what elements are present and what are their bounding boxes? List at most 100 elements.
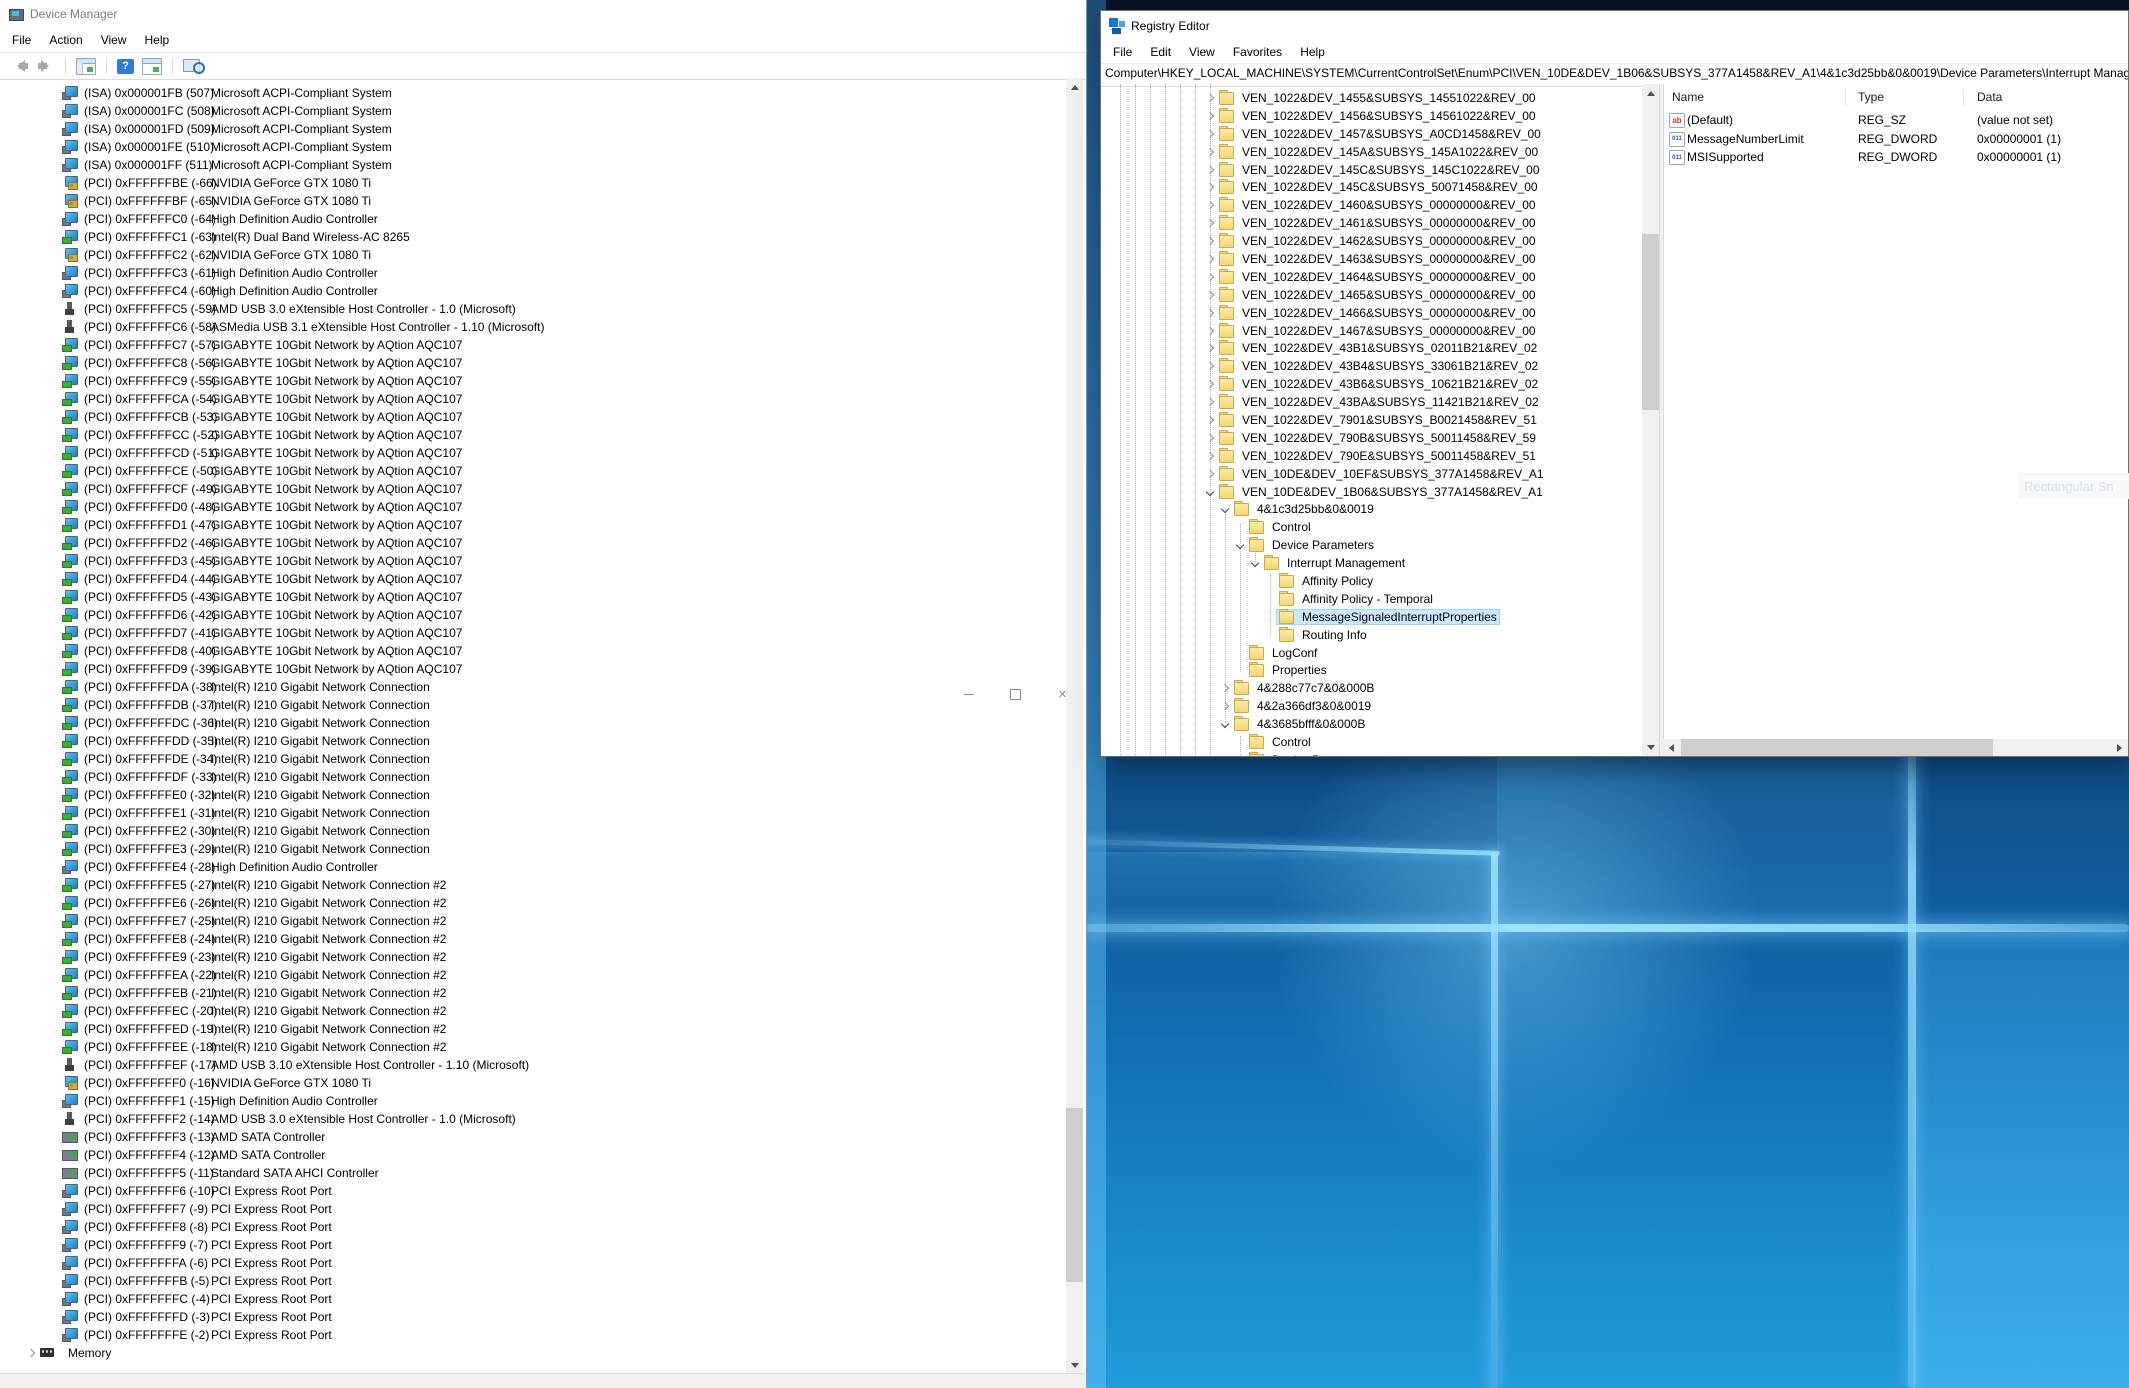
device-row[interactable]: (PCI) 0xFFFFFFEE (-18) Intel(R) I210 Giga… — [0, 1038, 1066, 1056]
chevron-down-icon[interactable] — [1235, 540, 1245, 550]
registry-key-row[interactable]: VEN_1022&DEV_1460&SUBSYS_00000000&REV_00 — [1101, 196, 1642, 214]
device-row[interactable]: (PCI) 0xFFFFFFFE (-2) PCI Express Root Po… — [0, 1326, 1066, 1344]
device-manager-titlebar[interactable]: Device Manager × — [0, 0, 1086, 702]
chevron-right-icon[interactable] — [1205, 272, 1215, 282]
registry-key-row[interactable]: 4&288c77c7&0&000B — [1101, 679, 1642, 697]
device-row[interactable]: (PCI) 0xFFFFFFD7 (-41) GIGABYTE 10Gbit Ne… — [0, 624, 1066, 642]
device-row[interactable]: (ISA) 0x000001FE (510) Microsoft ACPI-Com… — [0, 138, 1066, 156]
registry-key-row[interactable]: Control — [1101, 518, 1642, 536]
registry-key-row[interactable]: Affinity Policy — [1101, 572, 1642, 590]
device-row[interactable]: (PCI) 0xFFFFFFF1 (-15) High Definition Au… — [0, 1092, 1066, 1110]
device-row[interactable]: (PCI) 0xFFFFFFC1 (-63) Intel(R) Dual Band… — [0, 228, 1066, 246]
chevron-down-icon[interactable] — [1220, 504, 1230, 514]
chevron-right-icon[interactable] — [1220, 683, 1230, 693]
device-row[interactable]: (PCI) 0xFFFFFFFC (-4) PCI Express Root Po… — [0, 1290, 1066, 1308]
registry-key-row[interactable]: VEN_1022&DEV_145C&SUBSYS_50071458&REV_00 — [1101, 178, 1642, 196]
registry-key-row[interactable]: VEN_1022&DEV_790E&SUBSYS_50011458&REV_51 — [1101, 447, 1642, 465]
registry-key-row[interactable]: VEN_10DE&DEV_10EF&SUBSYS_377A1458&REV_A1 — [1101, 465, 1642, 483]
chevron-right-icon[interactable] — [1205, 379, 1215, 389]
scrollbar-thumb[interactable] — [1681, 739, 1993, 756]
device-row[interactable]: (ISA) 0x000001FD (509) Microsoft ACPI-Com… — [0, 120, 1066, 138]
device-row[interactable]: (PCI) 0xFFFFFFF2 (-14) AMD USB 3.0 eXtens… — [0, 1110, 1066, 1128]
device-row[interactable]: (PCI) 0xFFFFFFC8 (-56) GIGABYTE 10Gbit Ne… — [0, 354, 1066, 372]
registry-value-row[interactable]: 011 MSISupported REG_DWORD 0x00000001 (1) — [1664, 148, 2128, 166]
chevron-right-icon[interactable] — [1205, 397, 1215, 407]
registry-key-row[interactable]: VEN_1022&DEV_43B1&SUBSYS_02011B21&REV_02 — [1101, 339, 1642, 357]
scrollbar-thumb[interactable] — [1066, 1108, 1083, 1282]
help-icon[interactable]: ? — [117, 58, 134, 74]
menu-edit[interactable]: Edit — [1141, 45, 1180, 59]
registry-key-row[interactable]: VEN_1022&DEV_1456&SUBSYS_14561022&REV_00 — [1101, 107, 1642, 125]
device-row[interactable]: (PCI) 0xFFFFFFE4 (-28) High Definition Au… — [0, 858, 1066, 876]
menu-view[interactable]: View — [92, 33, 136, 47]
device-row[interactable]: (PCI) 0xFFFFFFC6 (-58) ASMedia USB 3.1 eX… — [0, 318, 1066, 336]
chevron-right-icon[interactable] — [1205, 469, 1215, 479]
chevron-right-icon[interactable] — [1205, 129, 1215, 139]
menu-favorites[interactable]: Favorites — [1224, 45, 1291, 59]
device-row[interactable]: (PCI) 0xFFFFFFFA (-6) PCI Express Root Po… — [0, 1254, 1066, 1272]
device-row[interactable]: (PCI) 0xFFFFFFE6 (-26) Intel(R) I210 Giga… — [0, 894, 1066, 912]
chevron-right-icon[interactable] — [1205, 433, 1215, 443]
scrollbar-thumb[interactable] — [1642, 234, 1659, 410]
chevron-right-icon[interactable] — [1205, 200, 1215, 210]
device-row[interactable]: (PCI) 0xFFFFFFED (-19) Intel(R) I210 Giga… — [0, 1020, 1066, 1038]
column-header-data[interactable]: Data — [1977, 89, 2002, 106]
device-row[interactable]: (PCI) 0xFFFFFFD0 (-48) GIGABYTE 10Gbit Ne… — [0, 498, 1066, 516]
chevron-right-icon[interactable] — [1205, 343, 1215, 353]
registry-key-row[interactable]: VEN_1022&DEV_43B4&SUBSYS_33061B21&REV_02 — [1101, 357, 1642, 375]
registry-key-row[interactable]: Properties — [1101, 662, 1642, 680]
device-row[interactable]: (PCI) 0xFFFFFFFB (-5) PCI Express Root Po… — [0, 1272, 1066, 1290]
device-row[interactable]: (PCI) 0xFFFFFFEA (-22) Intel(R) I210 Giga… — [0, 966, 1066, 984]
scroll-down-button[interactable] — [1642, 739, 1659, 756]
registry-key-row[interactable]: VEN_10DE&DEV_1B06&SUBSYS_377A1458&REV_A1 — [1101, 483, 1642, 501]
chevron-right-icon[interactable] — [1205, 182, 1215, 192]
device-row[interactable]: (ISA) 0x000001FB (507) Microsoft ACPI-Com… — [0, 84, 1066, 102]
device-row[interactable]: (PCI) 0xFFFFFFC3 (-61) High Definition Au… — [0, 264, 1066, 282]
chevron-right-icon[interactable] — [1205, 236, 1215, 246]
registry-key-row[interactable]: VEN_1022&DEV_1464&SUBSYS_00000000&REV_00 — [1101, 268, 1642, 286]
chevron-right-icon[interactable] — [1205, 451, 1215, 461]
registry-key-row[interactable]: 4&3685bfff&0&000B — [1101, 715, 1642, 733]
column-separator[interactable] — [1845, 89, 1846, 106]
chevron-right-icon[interactable] — [1205, 147, 1215, 157]
device-row[interactable]: (PCI) 0xFFFFFFC9 (-55) GIGABYTE 10Gbit Ne… — [0, 372, 1066, 390]
registry-key-row[interactable]: VEN_1022&DEV_1461&SUBSYS_00000000&REV_00 — [1101, 214, 1642, 232]
registry-key-row[interactable]: Routing Info — [1101, 626, 1642, 644]
menu-file[interactable]: File — [3, 33, 40, 47]
device-row[interactable]: (PCI) 0xFFFFFFC7 (-57) GIGABYTE 10Gbit Ne… — [0, 336, 1066, 354]
menu-view[interactable]: View — [1180, 45, 1224, 59]
device-row[interactable]: (PCI) 0xFFFFFFC4 (-60) High Definition Au… — [0, 282, 1066, 300]
registry-key-row[interactable]: VEN_1022&DEV_7901&SUBSYS_B0021458&REV_51 — [1101, 411, 1642, 429]
device-row[interactable]: (PCI) 0xFFFFFFF7 (-9) PCI Express Root Po… — [0, 1200, 1066, 1218]
device-row[interactable]: (PCI) 0xFFFFFFC2 (-62) NVIDIA GeForce GTX… — [0, 246, 1066, 264]
device-row[interactable]: (PCI) 0xFFFFFFCE (-50) GIGABYTE 10Gbit Ne… — [0, 462, 1066, 480]
chevron-right-icon[interactable] — [1220, 701, 1230, 711]
menu-action[interactable]: Action — [40, 33, 91, 47]
device-row[interactable]: (PCI) 0xFFFFFFEF (-17) AMD USB 3.10 eXten… — [0, 1056, 1066, 1074]
device-row[interactable]: (PCI) 0xFFFFFFE9 (-23) Intel(R) I210 Giga… — [0, 948, 1066, 966]
registry-key-row[interactable]: VEN_1022&DEV_145C&SUBSYS_145C1022&REV_00 — [1101, 161, 1642, 179]
device-row[interactable]: (PCI) 0xFFFFFFCC (-52) GIGABYTE 10Gbit Ne… — [0, 426, 1066, 444]
chevron-right-icon[interactable] — [1205, 290, 1215, 300]
device-row[interactable]: (PCI) 0xFFFFFFF4 (-12) AMD SATA Controlle… — [0, 1146, 1066, 1164]
device-row[interactable]: (PCI) 0xFFFFFFD4 (-44) GIGABYTE 10Gbit Ne… — [0, 570, 1066, 588]
device-row[interactable]: (PCI) 0xFFFFFFE5 (-27) Intel(R) I210 Giga… — [0, 876, 1066, 894]
device-row[interactable]: (PCI) 0xFFFFFFF5 (-11) Standard SATA AHCI… — [0, 1164, 1066, 1182]
device-row[interactable]: (PCI) 0xFFFFFFDE (-34) Intel(R) I210 Giga… — [0, 750, 1066, 768]
device-row[interactable]: (PCI) 0xFFFFFFCD (-51) GIGABYTE 10Gbit Ne… — [0, 444, 1066, 462]
registry-key-row[interactable]: VEN_1022&DEV_1462&SUBSYS_00000000&REV_00 — [1101, 232, 1642, 250]
device-row[interactable]: (PCI) 0xFFFFFFD5 (-43) GIGABYTE 10Gbit Ne… — [0, 588, 1066, 606]
device-row[interactable]: (PCI) 0xFFFFFFE0 (-32) Intel(R) I210 Giga… — [0, 786, 1066, 804]
device-row[interactable]: (ISA) 0x000001FC (508) Microsoft ACPI-Com… — [0, 102, 1066, 120]
menu-help[interactable]: Help — [1291, 45, 1334, 59]
column-separator[interactable] — [1963, 89, 1964, 106]
device-row[interactable]: (PCI) 0xFFFFFFBE (-66) NVIDIA GeForce GTX… — [0, 174, 1066, 192]
device-row[interactable]: (PCI) 0xFFFFFFDA (-38) Intel(R) I210 Giga… — [0, 678, 1066, 696]
forward-icon[interactable] — [37, 60, 55, 72]
scroll-up-button[interactable] — [1066, 78, 1083, 95]
device-row[interactable]: (PCI) 0xFFFFFFDB (-37) Intel(R) I210 Giga… — [0, 696, 1066, 714]
device-row[interactable]: (PCI) 0xFFFFFFD6 (-42) GIGABYTE 10Gbit Ne… — [0, 606, 1066, 624]
device-row[interactable]: (PCI) 0xFFFFFFE3 (-29) Intel(R) I210 Giga… — [0, 840, 1066, 858]
device-row[interactable]: (PCI) 0xFFFFFFBF (-65) NVIDIA GeForce GTX… — [0, 192, 1066, 210]
chevron-right-icon[interactable] — [26, 1348, 36, 1358]
